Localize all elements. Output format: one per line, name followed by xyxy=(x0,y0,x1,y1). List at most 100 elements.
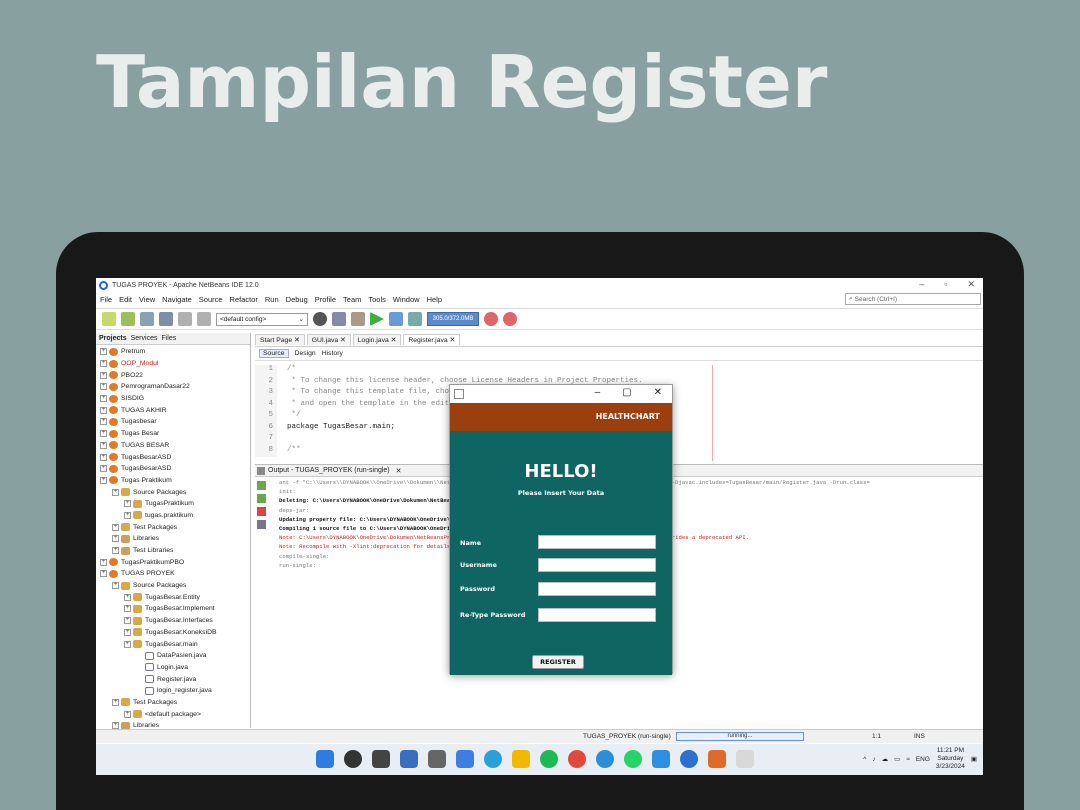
build-icon[interactable] xyxy=(332,312,346,326)
onedrive-icon[interactable]: ☁ xyxy=(882,755,889,763)
maximize-icon[interactable]: ▢ xyxy=(622,387,631,398)
open-project-icon[interactable] xyxy=(140,312,154,326)
tab-files[interactable]: Files xyxy=(161,335,176,342)
expand-icon[interactable]: + xyxy=(112,698,119,706)
expand-icon[interactable] xyxy=(136,687,143,694)
todo-icon[interactable] xyxy=(456,750,474,768)
edge-icon[interactable] xyxy=(596,750,614,768)
maximize-icon[interactable]: ▫ xyxy=(944,279,947,290)
close-icon[interactable]: ✕ xyxy=(389,337,397,344)
register-button[interactable]: REGISTER xyxy=(532,655,584,669)
undo-icon[interactable] xyxy=(178,312,192,326)
language-indicator[interactable]: ENG xyxy=(916,756,930,763)
menu-item-refactor[interactable]: Refactor xyxy=(230,295,258,304)
expand-icon[interactable]: + xyxy=(112,582,119,590)
whatsapp-icon[interactable] xyxy=(624,750,642,768)
expand-icon[interactable]: + xyxy=(112,547,119,555)
clock[interactable]: 11:21 PM Saturday 3/23/2024 xyxy=(936,747,965,771)
rerun-icon[interactable] xyxy=(257,481,266,490)
close-icon[interactable]: ✕ xyxy=(292,337,300,344)
retype-password-field[interactable] xyxy=(538,608,656,622)
tree-item[interactable]: + PemrogramanDasar22 xyxy=(96,381,250,393)
expand-icon[interactable] xyxy=(136,652,143,659)
tree-item[interactable]: + Tugas Praktikum xyxy=(96,475,250,487)
name-field[interactable] xyxy=(538,535,656,549)
menu-item-navigate[interactable]: Navigate xyxy=(162,295,192,304)
menu-item-source[interactable]: Source xyxy=(199,295,223,304)
expand-icon[interactable]: + xyxy=(100,465,107,473)
target-icon[interactable] xyxy=(313,312,327,326)
expand-icon[interactable]: + xyxy=(100,418,107,426)
expand-icon[interactable]: + xyxy=(124,593,131,601)
expand-icon[interactable]: + xyxy=(124,500,131,508)
username-field[interactable] xyxy=(538,558,656,572)
close-icon[interactable]: ✕ xyxy=(654,387,662,398)
expand-icon[interactable]: + xyxy=(112,523,119,531)
tree-item[interactable]: + Test Packages xyxy=(96,521,250,533)
tree-item[interactable]: + TugasBesar.Implement xyxy=(96,603,250,615)
expand-icon[interactable]: + xyxy=(100,570,107,578)
tree-item[interactable]: + TugasBesar.KoneksiDB xyxy=(96,627,250,639)
tree-item[interactable]: + Test Libraries xyxy=(96,545,250,557)
expand-icon[interactable]: + xyxy=(100,348,107,356)
search-input[interactable]: ⌕ Search (Ctrl+I) xyxy=(845,293,981,305)
tree-item[interactable]: + Source Packages xyxy=(96,486,250,498)
menu-item-profile[interactable]: Profile xyxy=(315,295,336,304)
expand-icon[interactable]: + xyxy=(100,406,107,414)
calendar-icon[interactable] xyxy=(428,750,446,768)
expand-icon[interactable] xyxy=(136,664,143,671)
speaker-icon[interactable]: ♪ xyxy=(872,756,875,763)
tree-item[interactable]: + TugasPraktikumPBO xyxy=(96,556,250,568)
tree-item[interactable]: + SISDIG xyxy=(96,393,250,405)
expand-icon[interactable]: + xyxy=(124,710,131,718)
tree-item[interactable]: + Tugasbesar xyxy=(96,416,250,428)
expand-icon[interactable]: + xyxy=(124,605,131,613)
task-view-icon[interactable] xyxy=(372,750,390,768)
redo-icon[interactable] xyxy=(197,312,211,326)
vscode-icon[interactable] xyxy=(652,750,670,768)
menu-item-window[interactable]: Window xyxy=(393,295,420,304)
doc-tab[interactable]: Register.java ✕ xyxy=(403,334,461,345)
expand-icon[interactable]: + xyxy=(100,383,107,391)
tree-item[interactable]: + Pretrum xyxy=(96,346,250,358)
menu-item-debug[interactable]: Debug xyxy=(286,295,308,304)
run-icon[interactable] xyxy=(370,312,384,326)
settings-icon[interactable] xyxy=(257,520,266,529)
chrome-icon[interactable] xyxy=(568,750,586,768)
menu-item-edit[interactable]: Edit xyxy=(119,295,132,304)
expand-icon[interactable]: + xyxy=(100,476,107,484)
profiler-icon[interactable] xyxy=(503,312,517,326)
chevron-up-icon[interactable]: ^ xyxy=(863,756,866,763)
search-icon[interactable] xyxy=(344,750,362,768)
minimize-icon[interactable]: – xyxy=(919,279,924,290)
java-app-icon[interactable] xyxy=(736,750,754,768)
config-select[interactable]: <default config> ⌄ xyxy=(216,312,308,326)
editor-tab-source[interactable]: Source xyxy=(259,349,289,358)
tree-item[interactable]: + Libraries xyxy=(96,533,250,545)
menu-item-run[interactable]: Run xyxy=(265,295,279,304)
tree-item[interactable]: + TUGAS PROYEK xyxy=(96,568,250,580)
expand-icon[interactable]: + xyxy=(100,558,107,566)
doc-tab[interactable]: GUI.java ✕ xyxy=(306,334,351,345)
file-explorer-icon[interactable] xyxy=(512,750,530,768)
widgets-icon[interactable] xyxy=(400,750,418,768)
netbeans-taskbar-icon[interactable] xyxy=(708,750,726,768)
expand-icon[interactable]: + xyxy=(124,640,131,648)
tree-item[interactable]: + TUGAS AKHIR xyxy=(96,404,250,416)
tree-item[interactable]: + TugasBesar.Interfaces xyxy=(96,615,250,627)
expand-icon[interactable]: + xyxy=(100,371,107,379)
tree-item[interactable]: + TUGAS BESAR xyxy=(96,440,250,452)
tree-item[interactable]: login_register.java xyxy=(96,685,250,697)
tree-item[interactable]: + Source Packages xyxy=(96,580,250,592)
password-field[interactable] xyxy=(538,582,656,596)
tree-item[interactable]: + TugasBesarASD xyxy=(96,451,250,463)
memory-indicator[interactable]: 305.0/372.0MB xyxy=(427,312,479,326)
save-all-icon[interactable] xyxy=(159,312,173,326)
editor-tab-design[interactable]: Design xyxy=(295,350,316,357)
tree-item[interactable]: + Tugas Besar xyxy=(96,428,250,440)
menu-item-help[interactable]: Help xyxy=(427,295,442,304)
rerun-icon[interactable] xyxy=(257,494,266,503)
tree-item[interactable]: + PBO22 xyxy=(96,369,250,381)
expand-icon[interactable]: + xyxy=(112,535,119,543)
tree-item[interactable]: + TugasBesar.Entity xyxy=(96,591,250,603)
